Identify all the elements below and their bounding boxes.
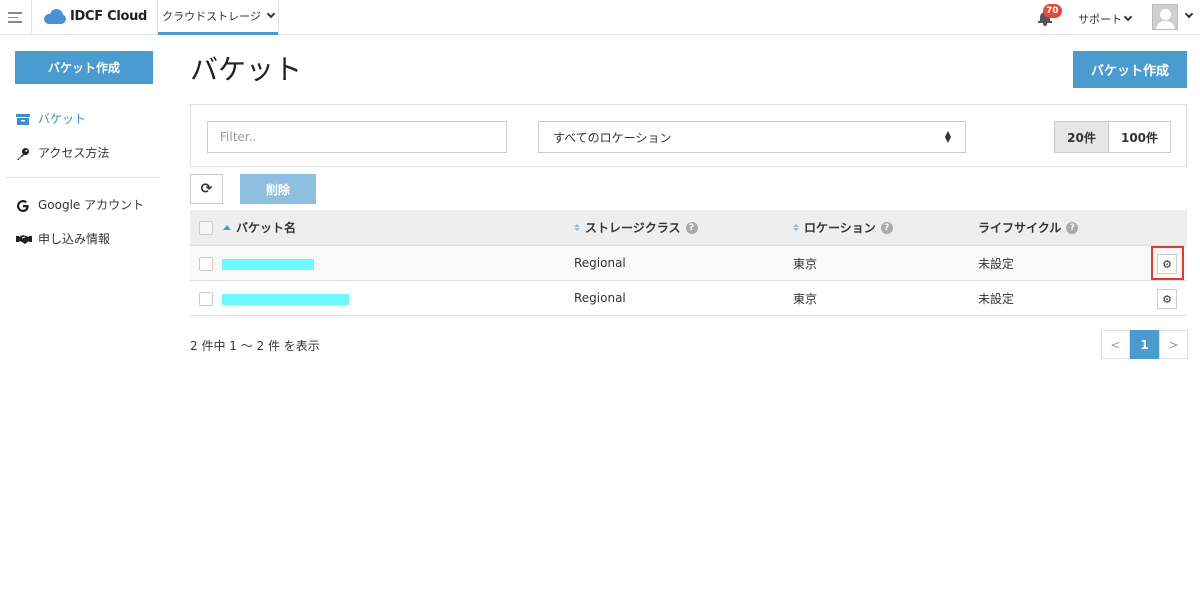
result-summary: 2 件中 1 〜 2 件 を表示 <box>190 339 320 353</box>
top-navbar: IDCF Cloud クラウドストレージ 70 サポート <box>0 0 1200 35</box>
highlight-box <box>1151 246 1184 280</box>
sidebar-item-access[interactable]: アクセス方法 <box>16 144 109 161</box>
chevron-down-icon[interactable] <box>1184 9 1194 19</box>
support-label: サポート <box>1078 13 1122 26</box>
bucket-icon <box>16 113 30 125</box>
column-label: ライフサイクル <box>978 221 1062 235</box>
cloud-logo-icon <box>44 8 66 24</box>
sidebar-item-label: 申し込み情報 <box>38 232 111 246</box>
column-header-lifecycle: ライフサイクル ? <box>978 210 1079 245</box>
filter-panel: Filter.. すべてのロケーション ▲ ▼ 20件 100件 <box>190 104 1187 167</box>
page-size-toggle: 20件 100件 <box>1054 121 1171 153</box>
sidebar-item-label: バケット <box>38 112 87 126</box>
column-label: ストレージクラス <box>585 221 681 235</box>
storage-class-cell: Regional <box>574 256 626 270</box>
sidebar-item-label: アクセス方法 <box>38 146 110 160</box>
column-header-storage-class[interactable]: ストレージクラス ? <box>574 210 698 245</box>
location-cell: 東京 <box>793 291 818 306</box>
select-arrows-icon: ▲ ▼ <box>944 129 951 144</box>
notification-badge[interactable]: 70 <box>1043 4 1062 18</box>
refresh-icon: ⟳ <box>200 181 213 197</box>
page-title: バケット <box>190 53 303 86</box>
prev-page-button[interactable]: < <box>1101 330 1130 359</box>
page-size-20-button[interactable]: 20件 <box>1054 121 1109 153</box>
divider <box>31 0 32 35</box>
sidebar-item-bucket[interactable]: バケット <box>16 110 86 127</box>
bucket-name-redacted[interactable] <box>222 294 349 305</box>
sidebar-item-label: Google アカウント <box>38 198 145 212</box>
table-row[interactable]: Regional 東京 未設定 ⚙ <box>190 281 1187 316</box>
storage-class-cell: Regional <box>574 291 626 305</box>
hamburger-menu-icon[interactable] <box>8 12 22 23</box>
refresh-button[interactable]: ⟳ <box>190 174 223 204</box>
lifecycle-cell: 未設定 <box>978 291 1015 306</box>
divider <box>278 0 279 35</box>
table-header: バケット名 ストレージクラス ? ロケーション ? ライフサイクル ? <box>190 210 1187 246</box>
table-row[interactable]: Regional 東京 未設定 ⚙ <box>190 246 1187 281</box>
column-header-bucket-name[interactable]: バケット名 <box>223 210 296 245</box>
next-page-button[interactable]: > <box>1159 330 1188 359</box>
google-icon <box>16 199 30 212</box>
sort-icon <box>793 224 799 231</box>
create-bucket-button[interactable]: バケット作成 <box>1073 51 1187 88</box>
key-icon <box>16 147 30 160</box>
handshake-icon <box>16 233 32 245</box>
settings-button[interactable]: ⚙ <box>1157 289 1177 309</box>
bucket-table: バケット名 ストレージクラス ? ロケーション ? ライフサイクル ? Regi… <box>190 210 1187 316</box>
column-label: バケット名 <box>236 221 297 235</box>
location-select[interactable]: すべてのロケーション ▲ ▼ <box>538 121 966 153</box>
lifecycle-cell: 未設定 <box>978 256 1015 271</box>
support-menu[interactable]: サポート <box>1078 11 1133 27</box>
column-label: ロケーション <box>804 221 876 235</box>
delete-button[interactable]: 削除 <box>240 174 316 204</box>
logo-text: IDCF Cloud <box>70 8 148 24</box>
service-tab-cloud-storage[interactable]: クラウドストレージ <box>158 0 278 35</box>
select-all-checkbox[interactable] <box>199 221 213 235</box>
sort-icon <box>574 224 580 231</box>
help-icon[interactable]: ? <box>880 221 893 234</box>
row-checkbox[interactable] <box>199 257 213 271</box>
filter-input[interactable]: Filter.. <box>207 121 507 153</box>
help-icon[interactable]: ? <box>1066 221 1079 234</box>
sidebar-item-subscription[interactable]: 申し込み情報 <box>16 230 110 247</box>
page-button-current[interactable]: 1 <box>1130 330 1159 359</box>
chevron-down-icon <box>266 9 276 19</box>
row-checkbox[interactable] <box>199 292 213 306</box>
gear-icon: ⚙ <box>1162 292 1172 306</box>
location-select-value: すべてのロケーション <box>553 130 672 145</box>
chevron-down-icon <box>1123 12 1133 22</box>
column-header-location[interactable]: ロケーション ? <box>793 210 893 245</box>
sidebar-divider <box>6 177 160 178</box>
service-tab-label: クラウドストレージ <box>162 10 261 23</box>
bucket-name-redacted[interactable] <box>222 259 314 270</box>
sidebar-item-google-account[interactable]: Google アカウント <box>16 196 144 213</box>
create-bucket-sidebar-button[interactable]: バケット作成 <box>15 51 153 84</box>
logo[interactable]: IDCF Cloud <box>44 8 147 24</box>
location-cell: 東京 <box>793 256 818 271</box>
pagination: < 1 > <box>1101 330 1188 359</box>
page-size-100-button[interactable]: 100件 <box>1109 121 1171 153</box>
avatar[interactable] <box>1152 4 1178 30</box>
sort-asc-icon <box>223 225 231 230</box>
help-icon[interactable]: ? <box>685 221 698 234</box>
